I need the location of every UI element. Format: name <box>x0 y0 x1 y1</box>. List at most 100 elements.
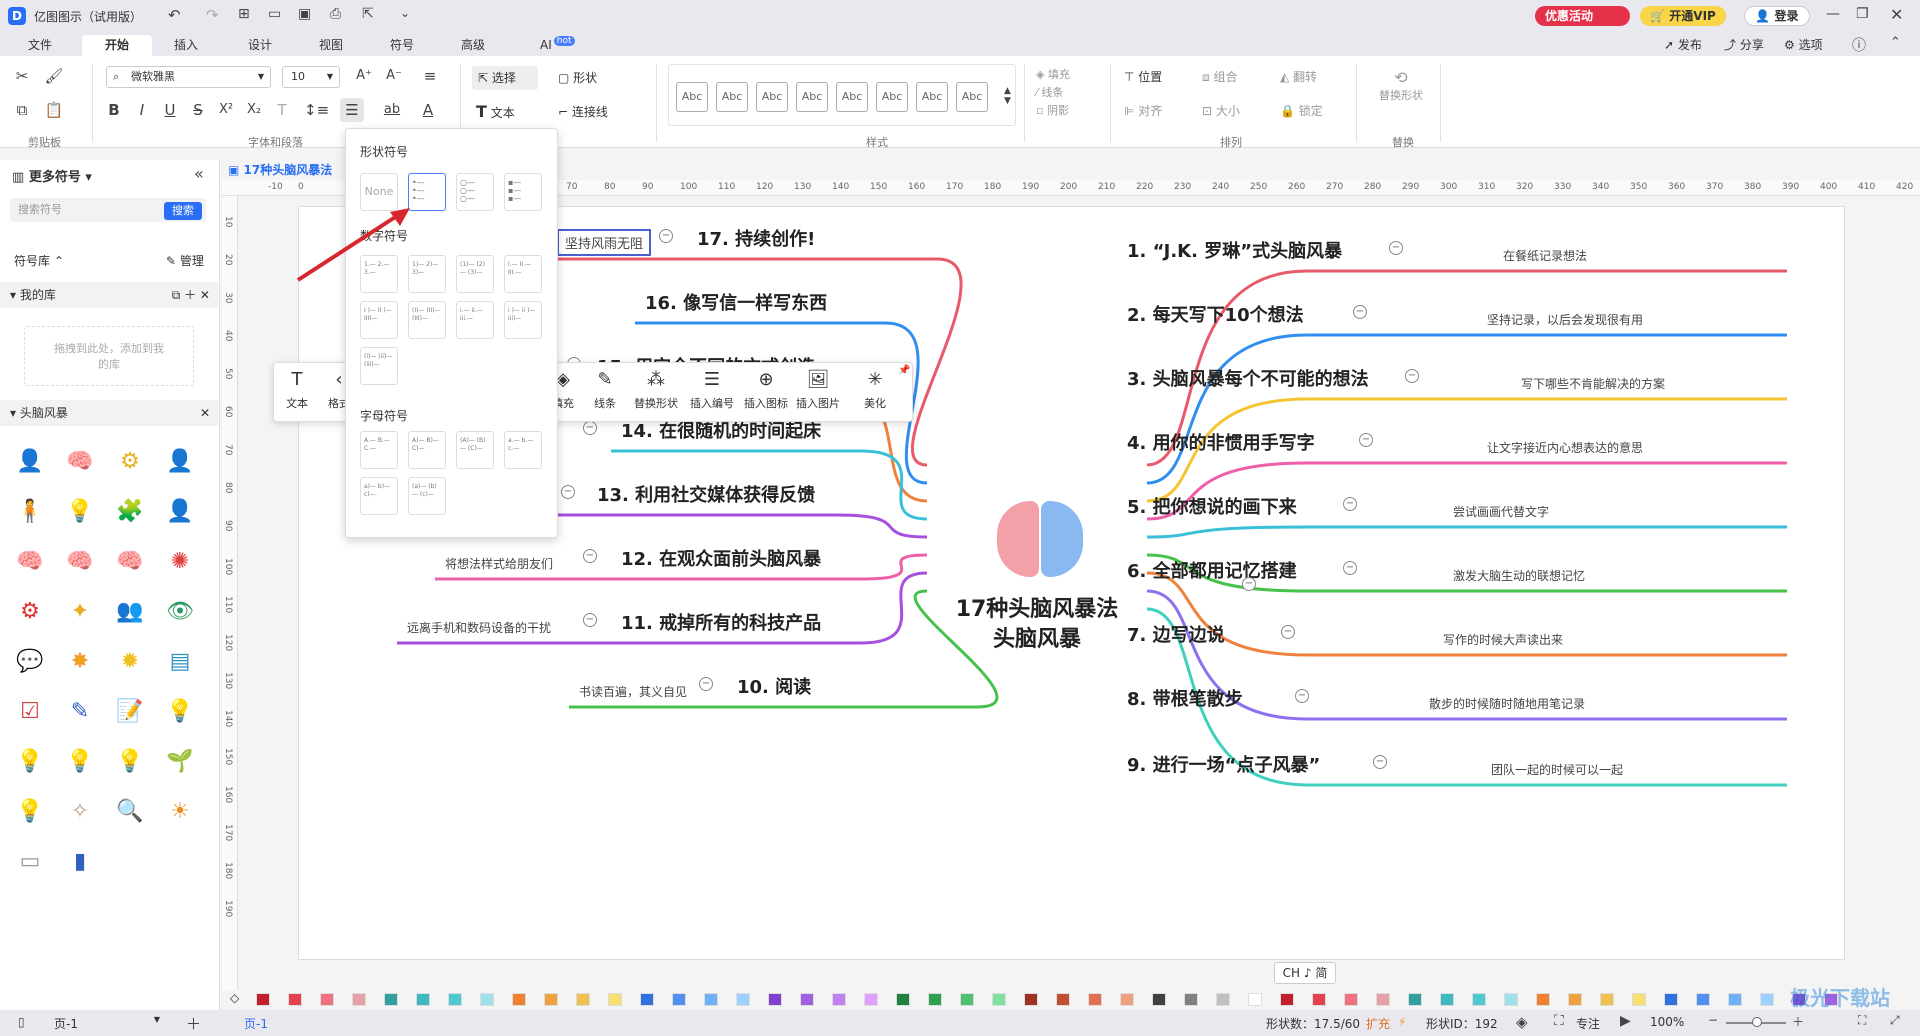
color-swatch[interactable] <box>1632 993 1646 1006</box>
topic-left-10[interactable]: 10. 阅读 <box>737 673 811 699</box>
new-icon[interactable]: ⊞ <box>238 6 250 22</box>
style-sample[interactable]: Abc <box>756 82 788 112</box>
collapse-toggle[interactable]: − <box>699 677 713 691</box>
brain-light-icon[interactable]: 🧠 <box>110 542 150 582</box>
topic-note[interactable]: 让文字接近内心想表达的意思 <box>1487 439 1643 456</box>
focus-icon[interactable]: ⛶ <box>1554 1013 1564 1029</box>
number-bullet-option[interactable]: I.— II.— III.— <box>504 255 542 293</box>
letter-bullet-option[interactable]: A)— B)— C)— <box>408 431 446 469</box>
topic-note[interactable]: 激发大脑生动的联想记忆 <box>1453 567 1585 584</box>
dark-head-icon[interactable]: 👤 <box>160 442 200 482</box>
number-bullet-option[interactable]: (i)— (ii)— (iii)— <box>360 347 398 385</box>
collapse-toggle[interactable]: − <box>1242 577 1256 591</box>
collapse-toggle[interactable]: − <box>583 421 597 435</box>
color-swatch[interactable] <box>1472 993 1486 1006</box>
zoom-level[interactable]: 100% <box>1650 1015 1684 1029</box>
topic-note[interactable]: 在餐纸记录想法 <box>1503 247 1587 264</box>
letter-bullet-option[interactable]: (A)— (B)— (C)— <box>456 431 494 469</box>
layers-icon[interactable]: ◈ <box>1516 1013 1528 1031</box>
color-swatch[interactable] <box>1312 993 1326 1006</box>
shadow-button[interactable]: ▫ 阴影 <box>1036 102 1069 118</box>
gallery-scroll-icon[interactable]: ▲ ▼ <box>1004 86 1011 106</box>
color-swatch[interactable] <box>1408 993 1422 1006</box>
color-swatch[interactable] <box>992 993 1006 1006</box>
collapse-toggle[interactable]: − <box>561 485 575 499</box>
tab-home[interactable]: 开始 <box>82 35 152 56</box>
collapse-toggle[interactable]: − <box>1343 497 1357 511</box>
color-swatch[interactable] <box>480 993 494 1006</box>
topic-note[interactable]: 散步的时候随时随地用笔记录 <box>1429 695 1585 712</box>
collapse-toggle[interactable]: − <box>583 613 597 627</box>
align-button[interactable]: ⊫ 对齐 <box>1124 102 1162 119</box>
collapse-toggle[interactable]: − <box>1373 755 1387 769</box>
float-text-button[interactable]: T 文本 <box>286 369 308 411</box>
topic-right-8[interactable]: 8. 带根笔散步 <box>1127 685 1243 711</box>
fan-icon[interactable]: ✧ <box>60 792 100 832</box>
sun-icon[interactable]: ☀ <box>160 792 200 832</box>
connector-tool[interactable]: ⌐ 连接线 <box>558 100 608 124</box>
font-color-icon[interactable]: A <box>416 98 440 122</box>
topic-right-2[interactable]: 2. 每天写下10个想法 <box>1127 301 1304 327</box>
color-swatch[interactable] <box>544 993 558 1006</box>
collapse-toggle[interactable]: − <box>1281 625 1295 639</box>
topic-note[interactable]: 写下哪些不肯能解决的方案 <box>1521 375 1665 392</box>
color-swatch[interactable] <box>1664 993 1678 1006</box>
color-swatch[interactable] <box>672 993 686 1006</box>
page-select[interactable]: 页-1 ▼ <box>54 1015 164 1032</box>
color-swatch[interactable] <box>1568 993 1582 1006</box>
collapse-toggle[interactable]: − <box>583 549 597 563</box>
color-swatch[interactable] <box>1440 993 1454 1006</box>
promo-button[interactable]: 优惠活动 <box>1535 6 1630 26</box>
color-swatch[interactable] <box>1696 993 1710 1006</box>
symbol-lib-toggle[interactable]: 符号库 ⌃ <box>14 252 64 269</box>
color-swatch[interactable] <box>1280 993 1294 1006</box>
fullscreen-icon[interactable]: ⤢ <box>1890 1013 1900 1028</box>
color-swatch[interactable] <box>512 993 526 1006</box>
style-sample[interactable]: Abc <box>956 82 988 112</box>
phone-icon[interactable]: ▮ <box>60 842 100 882</box>
tab-insert[interactable]: 插入 <box>162 35 210 56</box>
lock-button[interactable]: 🔒 锁定 <box>1280 102 1323 119</box>
color-swatch[interactable] <box>608 993 622 1006</box>
color-swatch[interactable] <box>1536 993 1550 1006</box>
bulb-gears-icon[interactable]: 💡 <box>60 742 100 782</box>
color-swatch[interactable] <box>1056 993 1070 1006</box>
topic-right-9[interactable]: 9. 进行一场“点子风暴” <box>1127 751 1320 777</box>
increase-font-icon[interactable]: A⁺ <box>352 64 376 88</box>
login-button[interactable]: 👤 登录 <box>1744 6 1810 26</box>
decrease-font-icon[interactable]: A⁻ <box>382 64 406 88</box>
text-highlight-icon[interactable]: ab <box>380 98 404 122</box>
letter-bullet-option[interactable]: a.— b.— c.— <box>504 431 542 469</box>
bold-icon[interactable]: B <box>102 98 126 122</box>
eye-icon[interactable]: 👁 <box>160 592 200 632</box>
number-bullet-option[interactable]: (I)— (II)— (III)— <box>408 301 446 339</box>
topic-left-17[interactable]: 17. 持续创作! <box>697 225 815 251</box>
people-icon[interactable]: 👥 <box>110 592 150 632</box>
topic-right-5[interactable]: 5. 把你想说的画下来 <box>1127 493 1297 519</box>
style-sample[interactable]: Abc <box>676 82 708 112</box>
topic-right-7[interactable]: 7. 边写边说 <box>1127 621 1225 647</box>
redo-icon[interactable]: ↷ <box>206 6 219 24</box>
head-lightbulb-icon[interactable]: 👤 <box>10 442 50 482</box>
text-tool[interactable]: T 文本 <box>476 100 515 125</box>
explosion-icon[interactable]: ✸ <box>60 642 100 682</box>
zoom-in-icon[interactable]: ＋ <box>1792 1013 1804 1030</box>
collapse-toggle[interactable]: − <box>1405 369 1419 383</box>
brain-blue-icon[interactable]: 🧠 <box>60 542 100 582</box>
float-line-button[interactable]: ✎ 线条 <box>594 369 616 411</box>
color-swatch[interactable] <box>928 993 942 1006</box>
head-brain-icon[interactable]: 🧠 <box>60 442 100 482</box>
color-swatch[interactable] <box>960 993 974 1006</box>
color-swatch[interactable] <box>800 993 814 1006</box>
font-name-select[interactable]: ⌕ 微软雅黑 ▼ <box>106 66 271 88</box>
collapse-toggle[interactable]: − <box>659 229 673 243</box>
topic-note[interactable]: 写作的时候大声读出来 <box>1443 631 1563 648</box>
color-swatch[interactable] <box>352 993 366 1006</box>
letter-bullet-option[interactable]: (a)— (b)— (c)— <box>408 477 446 515</box>
color-swatch[interactable] <box>384 993 398 1006</box>
restore-icon[interactable]: ❐ <box>1856 6 1869 22</box>
no-fill-icon[interactable]: ◇ <box>230 991 239 1005</box>
ime-indicator[interactable]: CH ♪ 简 <box>1274 962 1336 984</box>
strikethrough-icon[interactable]: S <box>186 98 210 122</box>
color-swatch[interactable] <box>320 993 334 1006</box>
